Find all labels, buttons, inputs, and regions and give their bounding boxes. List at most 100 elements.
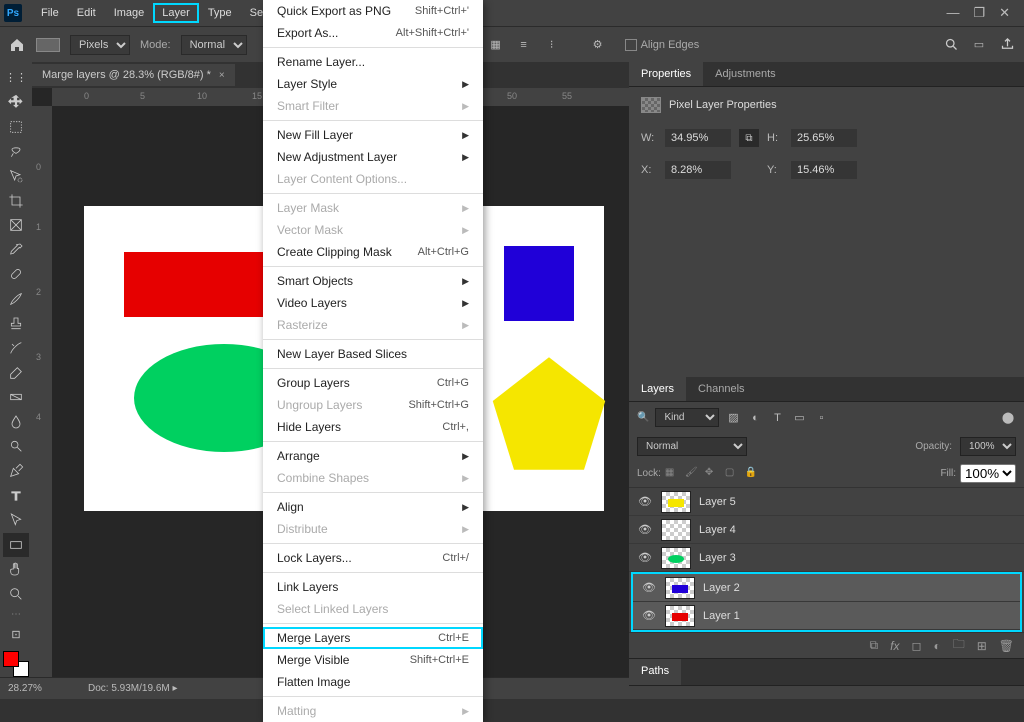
tab-channels[interactable]: Channels: [686, 377, 756, 401]
link-layers-icon[interactable]: ⧉: [870, 638, 879, 653]
x-field[interactable]: 8.28%: [665, 161, 731, 179]
type-tool[interactable]: [3, 484, 29, 508]
distribute-icon[interactable]: ≡: [515, 36, 533, 54]
menu-item-group-layers[interactable]: Group LayersCtrl+G: [263, 372, 483, 394]
y-field[interactable]: 15.46%: [791, 161, 857, 179]
menu-layer[interactable]: Layer: [153, 3, 199, 23]
layer-thumbnail[interactable]: [665, 605, 695, 627]
rectangle-tool[interactable]: [3, 533, 29, 557]
menu-item-layer-style[interactable]: Layer Style▶: [263, 73, 483, 95]
close-button[interactable]: ✕: [999, 5, 1010, 21]
align-icon[interactable]: ▦: [487, 36, 505, 54]
minimize-button[interactable]: —: [946, 5, 959, 21]
menu-item-hide-layers[interactable]: Hide LayersCtrl+,: [263, 416, 483, 438]
foreground-color[interactable]: [3, 651, 19, 667]
opacity-field[interactable]: 100%: [960, 437, 1016, 456]
fx-icon[interactable]: fx: [890, 639, 899, 653]
workspace-icon[interactable]: ▭: [970, 36, 988, 54]
visibility-icon[interactable]: 👁: [641, 581, 657, 594]
blur-tool[interactable]: [3, 410, 29, 434]
filter-smart-icon[interactable]: ▫: [813, 411, 829, 425]
layer-row[interactable]: 👁Layer 2: [633, 574, 1020, 602]
menu-item-lock-layers[interactable]: Lock Layers...Ctrl+/: [263, 547, 483, 569]
menu-item-new-layer-based-slices[interactable]: New Layer Based Slices: [263, 343, 483, 365]
quick-select-tool[interactable]: [3, 164, 29, 188]
menu-item-smart-objects[interactable]: Smart Objects▶: [263, 270, 483, 292]
brush-tool[interactable]: [3, 287, 29, 311]
visibility-icon[interactable]: 👁: [641, 609, 657, 622]
eraser-tool[interactable]: [3, 361, 29, 385]
menu-item-align[interactable]: Align▶: [263, 496, 483, 518]
tab-paths[interactable]: Paths: [629, 659, 681, 685]
blend-mode-select[interactable]: Normal: [637, 437, 747, 456]
filter-shape-icon[interactable]: ▭: [791, 411, 807, 425]
menu-item-quick-export-as-png[interactable]: Quick Export as PNGShift+Ctrl+': [263, 0, 483, 22]
search-icon[interactable]: [942, 36, 960, 54]
menu-item-video-layers[interactable]: Video Layers▶: [263, 292, 483, 314]
layer-row[interactable]: 👁Layer 3: [629, 544, 1024, 572]
menu-edit[interactable]: Edit: [68, 3, 105, 23]
dodge-tool[interactable]: [3, 435, 29, 459]
fill-swatch[interactable]: [36, 38, 60, 52]
filter-type-icon[interactable]: T: [769, 411, 785, 425]
stamp-tool[interactable]: [3, 312, 29, 336]
close-icon[interactable]: ×: [219, 70, 225, 81]
lock-transparency-icon[interactable]: ▦: [665, 467, 681, 481]
color-swatches[interactable]: [3, 651, 29, 677]
filter-kind-select[interactable]: Kind: [655, 408, 719, 427]
layer-thumbnail[interactable]: [665, 577, 695, 599]
lock-all-icon[interactable]: 🔒: [745, 467, 761, 481]
move-tool[interactable]: [3, 91, 29, 115]
hand-tool[interactable]: [3, 558, 29, 582]
menu-image[interactable]: Image: [105, 3, 154, 23]
visibility-icon[interactable]: 👁: [637, 523, 653, 536]
eyedropper-tool[interactable]: [3, 238, 29, 262]
visibility-icon[interactable]: 👁: [637, 551, 653, 564]
visibility-icon[interactable]: 👁: [637, 495, 653, 508]
filter-toggle-icon[interactable]: ⬤: [1000, 411, 1016, 425]
tab-layers[interactable]: Layers: [629, 377, 686, 401]
menu-item-merge-layers[interactable]: Merge LayersCtrl+E: [263, 627, 483, 649]
menu-item-arrange[interactable]: Arrange▶: [263, 445, 483, 467]
menu-file[interactable]: File: [32, 3, 68, 23]
height-field[interactable]: 25.65%: [791, 129, 857, 147]
mode-select[interactable]: Normal: [181, 35, 247, 55]
adjustment-icon[interactable]: ◐: [933, 639, 940, 653]
link-wh-icon[interactable]: ⧉: [739, 129, 759, 147]
maximize-button[interactable]: ❐: [973, 5, 985, 21]
frame-tool[interactable]: [3, 213, 29, 237]
layer-thumbnail[interactable]: [661, 519, 691, 541]
filter-adjust-icon[interactable]: ◐: [747, 411, 763, 425]
share-icon[interactable]: [998, 36, 1016, 54]
layer-row[interactable]: 👁Layer 1: [633, 602, 1020, 630]
path-select-tool[interactable]: [3, 508, 29, 532]
menu-item-create-clipping-mask[interactable]: Create Clipping MaskAlt+Ctrl+G: [263, 241, 483, 263]
zoom-tool[interactable]: [3, 582, 29, 606]
filter-pixel-icon[interactable]: ▨: [725, 411, 741, 425]
tab-properties[interactable]: Properties: [629, 62, 703, 86]
layer-row[interactable]: 👁Layer 5: [629, 488, 1024, 516]
zoom-field[interactable]: 28.27%: [8, 683, 68, 694]
tab-adjustments[interactable]: Adjustments: [703, 62, 788, 86]
fill-field[interactable]: 100%: [960, 464, 1016, 483]
chevron-right-icon[interactable]: ▸: [173, 683, 178, 694]
group-icon[interactable]: 🗀: [953, 635, 965, 656]
crop-tool[interactable]: [3, 189, 29, 213]
marquee-tool[interactable]: [3, 115, 29, 139]
units-select[interactable]: Pixels: [70, 35, 130, 55]
spacing-icon[interactable]: ⁝: [543, 36, 561, 54]
pen-tool[interactable]: [3, 459, 29, 483]
menu-item-link-layers[interactable]: Link Layers: [263, 576, 483, 598]
menu-item-new-fill-layer[interactable]: New Fill Layer▶: [263, 124, 483, 146]
align-edges-checkbox[interactable]: [625, 39, 637, 51]
layer-row[interactable]: 👁Layer 4: [629, 516, 1024, 544]
menu-item-flatten-image[interactable]: Flatten Image: [263, 671, 483, 693]
width-field[interactable]: 34.95%: [665, 129, 731, 147]
heal-tool[interactable]: [3, 263, 29, 287]
home-icon[interactable]: [8, 36, 26, 54]
menu-item-rename-layer[interactable]: Rename Layer...: [263, 51, 483, 73]
layer-thumbnail[interactable]: [661, 547, 691, 569]
gradient-tool[interactable]: [3, 386, 29, 410]
menu-item-export-as[interactable]: Export As...Alt+Shift+Ctrl+': [263, 22, 483, 44]
lock-pixels-icon[interactable]: 🖌: [685, 467, 701, 481]
